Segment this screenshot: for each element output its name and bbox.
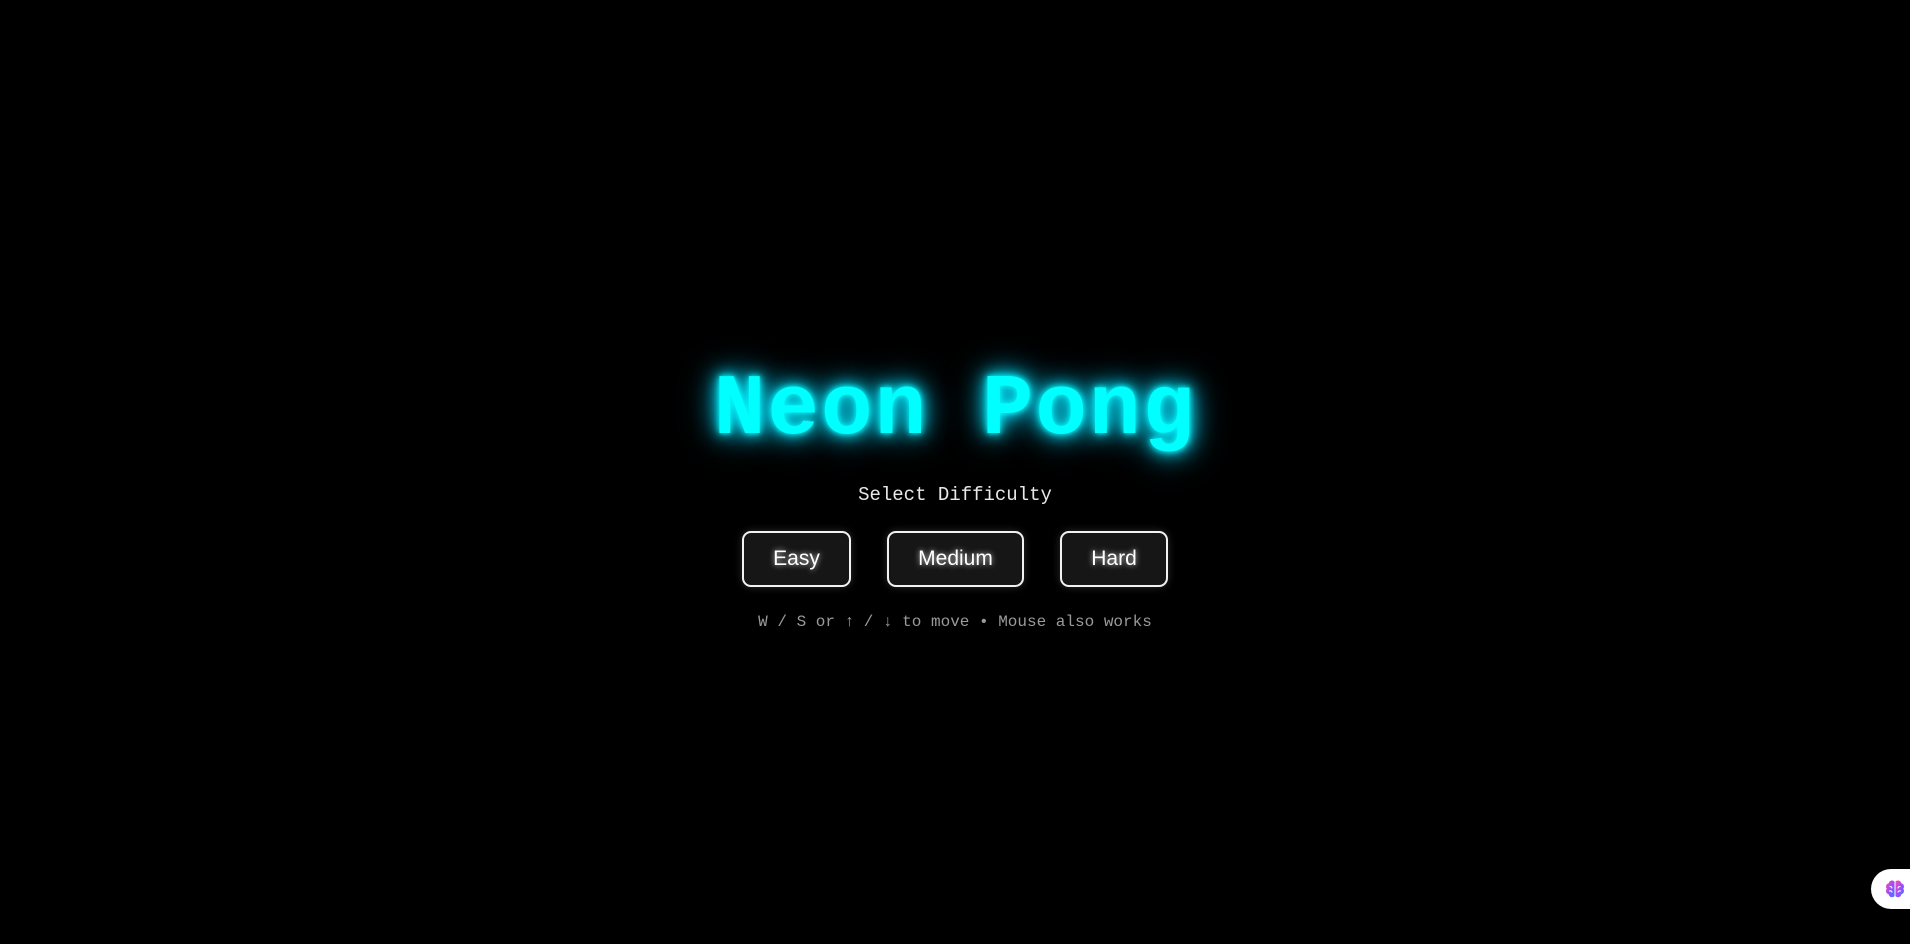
game-title: Neon Pong: [713, 361, 1197, 459]
difficulty-buttons: Easy Medium Hard: [742, 531, 1168, 587]
assistant-launcher-button[interactable]: [1871, 869, 1910, 909]
controls-hint: W / S or ↑ / ↓ to move • Mouse also work…: [758, 613, 1152, 631]
brain-icon: [1886, 880, 1904, 898]
medium-button[interactable]: Medium: [887, 531, 1024, 587]
hard-button[interactable]: Hard: [1060, 531, 1168, 587]
difficulty-prompt: Select Difficulty: [858, 484, 1052, 506]
easy-button[interactable]: Easy: [742, 531, 851, 587]
start-menu: Neon Pong Select Difficulty Easy Medium …: [0, 0, 1910, 944]
